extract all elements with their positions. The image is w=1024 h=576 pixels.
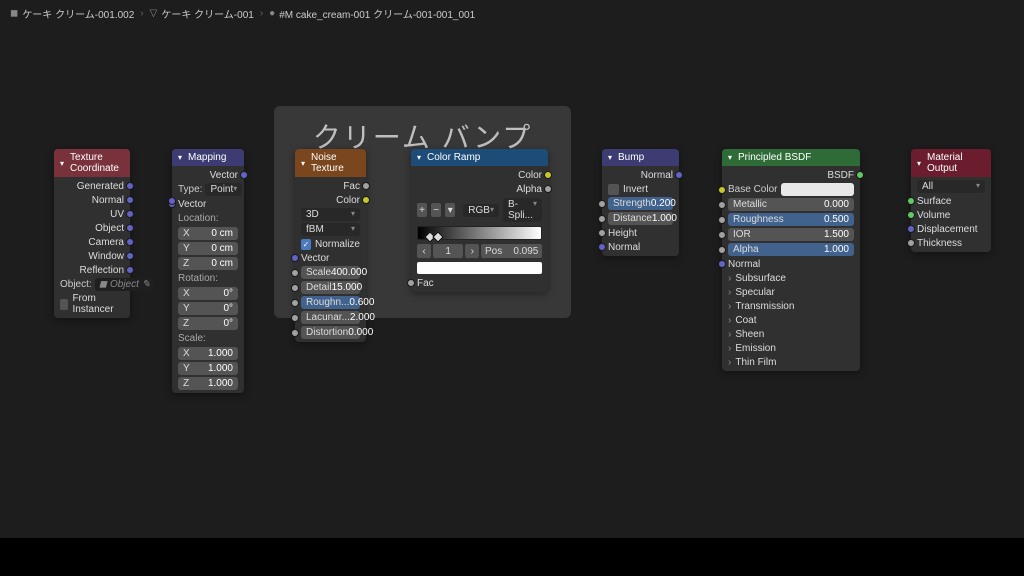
node-header[interactable]: Material Output <box>911 149 991 177</box>
invert-checkbox[interactable]: ✓Invert <box>602 182 679 196</box>
node-principled-bsdf[interactable]: Principled BSDF BSDF Base Color Metallic… <box>722 149 860 371</box>
rot-x-field[interactable]: X0° <box>178 287 238 300</box>
node-bump[interactable]: Bump Normal ✓Invert Strength0.200 Distan… <box>602 149 679 256</box>
object-field[interactable]: ◼Object✎ <box>95 278 155 291</box>
node-canvas[interactable]: クリーム バンプ Texture Coordinate Generated No… <box>0 0 1024 576</box>
metallic-field[interactable]: Metallic0.000 <box>728 198 854 211</box>
noise-distort-field[interactable]: Distortion0.000 <box>301 326 360 339</box>
bump-distance-field[interactable]: Distance1.000 <box>608 212 673 225</box>
color-ramp-gradient[interactable] <box>417 226 542 240</box>
node-texture-coordinate[interactable]: Texture Coordinate Generated Normal UV O… <box>54 149 130 318</box>
bottom-bar <box>0 538 1024 576</box>
sheen-group[interactable]: Sheen <box>722 327 860 341</box>
ramp-menu-button[interactable]: ▾ <box>445 203 455 217</box>
noise-dim-select[interactable]: 3D <box>301 208 360 221</box>
node-header[interactable]: Bump <box>602 149 679 166</box>
subsurface-group[interactable]: Subsurface <box>722 271 860 285</box>
bump-strength-field[interactable]: Strength0.200 <box>608 197 673 210</box>
ramp-index-field[interactable]: 1 <box>433 244 463 258</box>
base-color-swatch[interactable] <box>781 183 854 196</box>
node-noise-texture[interactable]: Noise Texture Fac Color 3D fBM ✓Normaliz… <box>295 149 366 342</box>
scl-y-field[interactable]: Y1.000 <box>178 362 238 375</box>
alpha-field[interactable]: Alpha1.000 <box>728 243 854 256</box>
scl-z-field[interactable]: Z1.000 <box>178 377 238 390</box>
noise-type-select[interactable]: fBM <box>301 223 360 236</box>
output-target-select[interactable]: All <box>917 180 985 193</box>
ramp-pos-field[interactable]: Pos 0.095 <box>481 244 542 258</box>
ior-field[interactable]: IOR1.500 <box>728 228 854 241</box>
noise-scale-field[interactable]: Scale400.000 <box>301 266 360 279</box>
roughness-field[interactable]: Roughness0.500 <box>728 213 854 226</box>
ramp-mode1-select[interactable]: RGB <box>463 204 499 217</box>
emission-group[interactable]: Emission <box>722 341 860 355</box>
noise-detail-field[interactable]: Detail15.000 <box>301 281 360 294</box>
normalize-checkbox[interactable]: ✓Normalize <box>295 237 366 251</box>
loc-y-field[interactable]: Y0 cm <box>178 242 238 255</box>
scl-x-field[interactable]: X1.000 <box>178 347 238 360</box>
rot-z-field[interactable]: Z0° <box>178 317 238 330</box>
loc-x-field[interactable]: X0 cm <box>178 227 238 240</box>
node-color-ramp[interactable]: Color Ramp Color Alpha + − ▾ RGB B-Spli.… <box>411 149 548 292</box>
ramp-color-swatch[interactable] <box>417 262 542 274</box>
specular-group[interactable]: Specular <box>722 285 860 299</box>
mapping-type-select[interactable]: Point <box>205 183 242 196</box>
thinfilm-group[interactable]: Thin Film <box>722 355 860 369</box>
node-header[interactable]: Noise Texture <box>295 149 366 177</box>
coat-group[interactable]: Coat <box>722 313 860 327</box>
rot-y-field[interactable]: Y0° <box>178 302 238 315</box>
ramp-add-button[interactable]: + <box>417 203 427 217</box>
noise-lacunar-field[interactable]: Lacunar...2.000 <box>301 311 360 324</box>
node-header[interactable]: Color Ramp <box>411 149 548 166</box>
node-material-output[interactable]: Material Output All Surface Volume Displ… <box>911 149 991 252</box>
node-mapping[interactable]: Mapping Vector Type:Point Vector Locatio… <box>172 149 244 393</box>
ramp-next-button[interactable]: › <box>465 244 479 258</box>
noise-rough-field[interactable]: Roughn...0.600 <box>301 296 360 309</box>
ramp-mode2-select[interactable]: B-Spli... <box>503 198 542 222</box>
ramp-remove-button[interactable]: − <box>431 203 441 217</box>
ramp-prev-button[interactable]: ‹ <box>417 244 431 258</box>
node-header[interactable]: Principled BSDF <box>722 149 860 166</box>
node-header[interactable]: Mapping <box>172 149 244 166</box>
node-header[interactable]: Texture Coordinate <box>54 149 130 177</box>
from-instancer-checkbox[interactable]: ✓From Instancer <box>54 292 130 316</box>
transmission-group[interactable]: Transmission <box>722 299 860 313</box>
node-links <box>0 0 300 150</box>
loc-z-field[interactable]: Z0 cm <box>178 257 238 270</box>
